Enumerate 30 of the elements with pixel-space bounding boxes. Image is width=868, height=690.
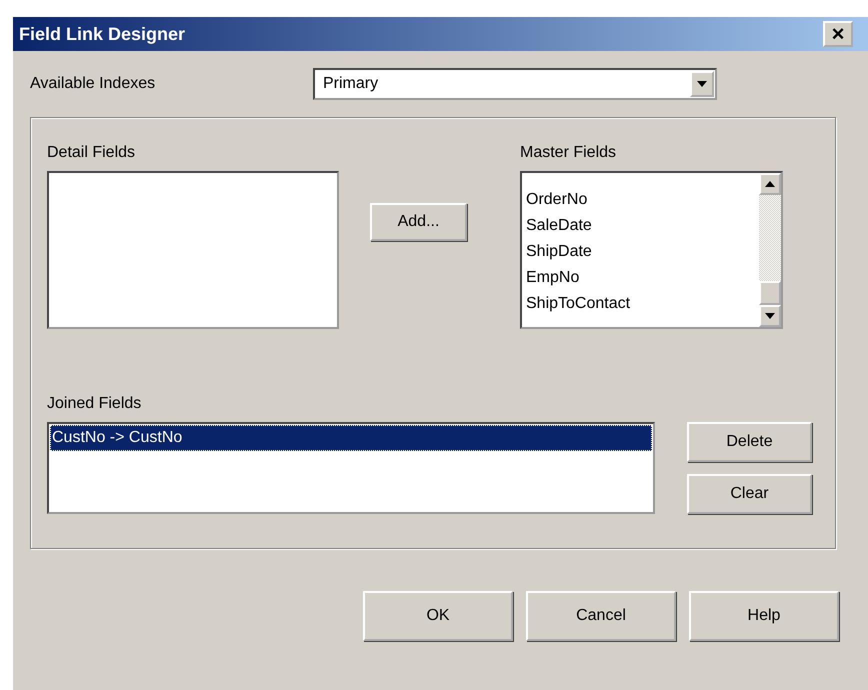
dialog-button[interactable]: Help	[689, 591, 839, 641]
list-item[interactable]: ShipToContact	[524, 291, 759, 317]
joined-fields-label: Joined Fields	[47, 395, 142, 413]
up-arrow-icon	[765, 181, 775, 187]
window-title: Field Link Designer	[19, 24, 186, 44]
list-item[interactable]: CustNo -> CustNo	[50, 425, 652, 451]
dialog-button[interactable]: Delete	[687, 422, 812, 462]
master-fields-list[interactable]: OrderNo SaleDate ShipDate EmpNo ShipToContact	[520, 171, 783, 329]
list-item[interactable]: OrderNo	[524, 187, 759, 213]
down-arrow-icon	[765, 313, 775, 319]
list-item[interactable]: SaleDate	[524, 213, 759, 239]
indexes-dropdown[interactable]: Primary	[313, 68, 717, 100]
close-button[interactable]: ×	[823, 21, 853, 47]
scrollbar[interactable]	[759, 173, 781, 327]
detail-fields-list[interactable]	[47, 171, 339, 329]
list-item[interactable]: ShipDate	[524, 239, 759, 265]
list-item[interactable]: EmpNo	[524, 265, 759, 291]
dialog-button[interactable]: Clear	[687, 474, 812, 514]
caret-icon	[697, 81, 707, 87]
dialog-button[interactable]: Cancel	[526, 591, 676, 641]
scroll-down-button[interactable]	[759, 305, 781, 327]
joined-fields-list[interactable]: CustNo -> CustNo	[47, 422, 655, 514]
detail-fields-label: Detail Fields	[47, 144, 136, 162]
indexes-label: Available Indexes	[30, 75, 156, 93]
scroll-thumb[interactable]	[759, 281, 781, 305]
dialog-button[interactable]: OK	[363, 591, 513, 641]
scroll-up-button[interactable]	[759, 173, 781, 195]
dropdown-button[interactable]	[690, 71, 714, 97]
master-fields-label: Master Fields	[520, 144, 618, 162]
add-button[interactable]: Add...	[370, 203, 467, 241]
